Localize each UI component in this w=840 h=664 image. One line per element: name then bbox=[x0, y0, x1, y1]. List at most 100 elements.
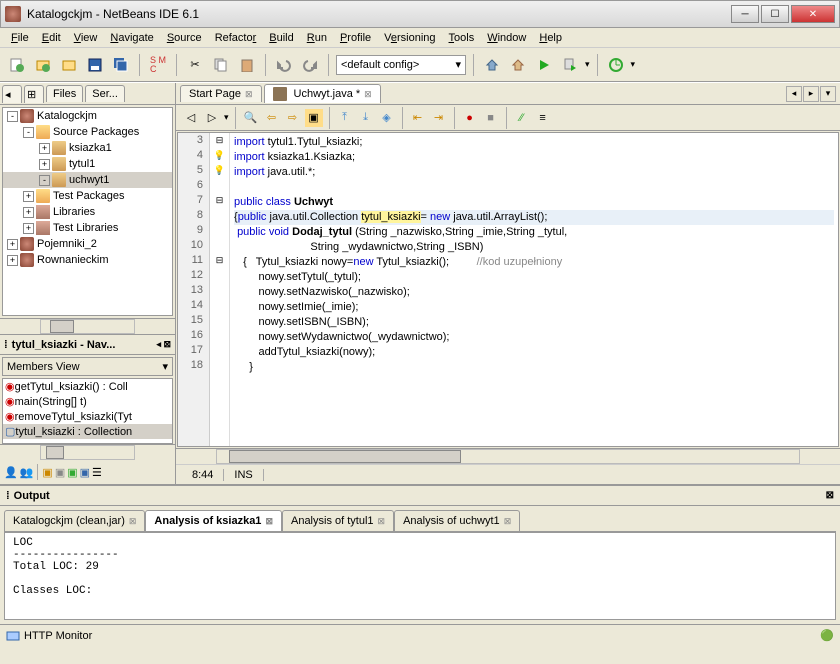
nav-item[interactable]: ◉ removeTytul_ksiazki(Tyt bbox=[3, 409, 172, 424]
clean-build-button[interactable] bbox=[507, 54, 529, 76]
open-project-button[interactable] bbox=[58, 54, 80, 76]
filter-icon[interactable]: ▣ bbox=[42, 466, 52, 479]
undo-button[interactable] bbox=[273, 54, 295, 76]
filter-icon[interactable]: 👤 bbox=[4, 466, 18, 479]
chevron-down-icon[interactable]: ▾ bbox=[631, 59, 636, 70]
tab-list-button[interactable]: ▾ bbox=[820, 86, 836, 102]
filter-icon[interactable]: ▣ bbox=[80, 466, 90, 479]
tree-row[interactable]: -Katalogckjm bbox=[3, 108, 172, 124]
next-bookmark-button[interactable]: ⇨ bbox=[284, 109, 302, 127]
shift-left-button[interactable]: ⇤ bbox=[409, 109, 427, 127]
tree-row[interactable]: +Rownanieckim bbox=[3, 252, 172, 268]
members-view-combo[interactable]: Members View ▾ bbox=[2, 357, 173, 376]
files-tab[interactable]: Files bbox=[46, 85, 83, 102]
set-main-button[interactable]: S MC bbox=[147, 54, 169, 76]
save-button[interactable] bbox=[84, 54, 106, 76]
menu-edit[interactable]: Edit bbox=[37, 30, 66, 46]
paste-button[interactable] bbox=[236, 54, 258, 76]
new-project-button[interactable] bbox=[32, 54, 54, 76]
next-tab-button[interactable]: ▸ bbox=[803, 86, 819, 102]
run-button[interactable] bbox=[533, 54, 555, 76]
tree-row[interactable]: +Test Packages bbox=[3, 188, 172, 204]
comment-button[interactable]: ⁄⁄ bbox=[513, 109, 531, 127]
cut-button[interactable]: ✂ bbox=[184, 54, 206, 76]
output-tab[interactable]: Analysis of tytul1 ⊠ bbox=[282, 510, 394, 531]
tree-row[interactable]: +tytul1 bbox=[3, 156, 172, 172]
nav-item[interactable]: ◉ getTytul_ksiazki() : Coll bbox=[3, 379, 172, 394]
config-select[interactable]: <default config> ▾ bbox=[336, 55, 466, 75]
profile-button[interactable] bbox=[605, 54, 627, 76]
nav-item[interactable]: ◉ main(String[] t) bbox=[3, 394, 172, 409]
menu-source[interactable]: Source bbox=[162, 30, 207, 46]
menu-versioning[interactable]: Versioning bbox=[379, 30, 440, 46]
toggle-bookmark-button[interactable]: ◈ bbox=[378, 109, 396, 127]
menu-file[interactable]: File bbox=[6, 30, 34, 46]
minimize-button[interactable]: ─ bbox=[731, 5, 759, 23]
macro-record-button[interactable]: ● bbox=[461, 109, 479, 127]
close-icon[interactable]: ⊠ bbox=[826, 490, 834, 501]
maximize-button[interactable]: ☐ bbox=[761, 5, 789, 23]
close-icon[interactable]: ⊠ bbox=[245, 89, 253, 100]
menu-help[interactable]: Help bbox=[534, 30, 567, 46]
editor-scrollbar-h[interactable] bbox=[176, 448, 840, 464]
services-tab[interactable]: Ser... bbox=[85, 85, 125, 102]
tree-row[interactable]: +Test Libraries bbox=[3, 220, 172, 236]
build-button[interactable] bbox=[481, 54, 503, 76]
prev-tab-button[interactable]: ◂ bbox=[786, 86, 802, 102]
shift-right-button[interactable]: ⇥ bbox=[430, 109, 448, 127]
http-monitor-label[interactable]: HTTP Monitor bbox=[24, 630, 92, 642]
filter-icon[interactable]: ☰ bbox=[92, 466, 102, 479]
filter-icon[interactable]: 👥 bbox=[20, 466, 34, 479]
projects-tab[interactable]: ◂ bbox=[2, 85, 22, 103]
close-button[interactable]: ✕ bbox=[791, 5, 835, 23]
prev-bookmark-button[interactable]: ⇦ bbox=[263, 109, 281, 127]
next-bookmark-button[interactable]: ⤓ bbox=[357, 109, 375, 127]
tree-row[interactable]: +Pojemniki_2 bbox=[3, 236, 172, 252]
prev-bookmark-button[interactable]: ⤒ bbox=[336, 109, 354, 127]
toggle-highlight-button[interactable]: ▣ bbox=[305, 109, 323, 127]
tree-row[interactable]: +ksiazka1 bbox=[3, 140, 172, 156]
copy-button[interactable] bbox=[210, 54, 232, 76]
output-tab[interactable]: Analysis of ksiazka1 ⊠ bbox=[145, 510, 282, 531]
save-all-button[interactable] bbox=[110, 54, 132, 76]
menu-build[interactable]: Build bbox=[264, 30, 298, 46]
uncomment-button[interactable]: ≡ bbox=[534, 109, 552, 127]
project-tree[interactable]: -Katalogckjm-Source Packages+ksiazka1+ty… bbox=[2, 107, 173, 316]
close-icon[interactable]: ⊠ bbox=[364, 89, 372, 100]
back-button[interactable]: ◁ bbox=[182, 109, 200, 127]
tree-scrollbar[interactable] bbox=[0, 318, 175, 334]
forward-button[interactable]: ▷ bbox=[203, 109, 221, 127]
filter-icon[interactable]: ▣ bbox=[67, 466, 77, 479]
menu-view[interactable]: View bbox=[69, 30, 103, 46]
code-editor[interactable]: 3456789101112131415161718 ⊟💡💡⊟⊟ import t… bbox=[177, 132, 839, 447]
output-tab[interactable]: Analysis of uchwyt1 ⊠ bbox=[394, 510, 520, 531]
output-tab[interactable]: Katalogckjm (clean,jar) ⊠ bbox=[4, 510, 145, 531]
tree-row[interactable]: +Libraries bbox=[3, 204, 172, 220]
menu-window[interactable]: Window bbox=[482, 30, 531, 46]
debug-button[interactable] bbox=[559, 54, 581, 76]
chevron-down-icon[interactable]: ▾ bbox=[585, 59, 590, 70]
navigator-list[interactable]: ◉ getTytul_ksiazki() : Coll◉ main(String… bbox=[2, 378, 173, 444]
menu-refactor[interactable]: Refactor bbox=[210, 30, 262, 46]
tab-start-page[interactable]: Start Page ⊠ bbox=[180, 85, 262, 102]
tab-uchwyt-java[interactable]: Uchwyt.java * ⊠ bbox=[264, 84, 381, 103]
redo-button[interactable] bbox=[299, 54, 321, 76]
menu-run[interactable]: Run bbox=[302, 30, 332, 46]
menu-profile[interactable]: Profile bbox=[335, 30, 376, 46]
projects-tab-icon[interactable]: ⊞ bbox=[24, 85, 44, 103]
output-content[interactable]: LOC ---------------- Total LOC: 29 Class… bbox=[4, 532, 836, 620]
close-icon[interactable]: ⊠ bbox=[129, 516, 137, 527]
new-file-button[interactable] bbox=[6, 54, 28, 76]
menu-navigate[interactable]: Navigate bbox=[105, 30, 158, 46]
filter-icon[interactable]: ▣ bbox=[55, 466, 65, 479]
find-button[interactable]: 🔍 bbox=[242, 109, 260, 127]
nav-scrollbar[interactable] bbox=[0, 444, 175, 460]
macro-stop-button[interactable]: ■ bbox=[482, 109, 500, 127]
nav-item[interactable]: ▢ tytul_ksiazki : Collection bbox=[3, 424, 172, 439]
tree-row[interactable]: -Source Packages bbox=[3, 124, 172, 140]
tree-row[interactable]: -uchwyt1 bbox=[3, 172, 172, 188]
close-icon[interactable]: ⊠ bbox=[504, 516, 512, 527]
close-icon[interactable]: ⊠ bbox=[378, 516, 386, 527]
close-icon[interactable]: ⊠ bbox=[265, 516, 273, 527]
menu-tools[interactable]: Tools bbox=[444, 30, 480, 46]
